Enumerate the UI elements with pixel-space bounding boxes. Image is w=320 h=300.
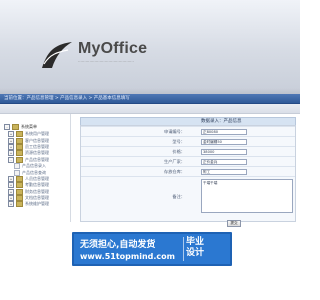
folder-icon [16, 131, 23, 138]
expand-icon[interactable]: + [8, 182, 14, 189]
app-subtitle: ........................................… [78, 58, 134, 63]
sidebar-subitem-label: 产品信息录入 [22, 163, 46, 169]
watermark-badge-line2: 设计 [186, 248, 205, 258]
expand-icon[interactable]: + [8, 195, 14, 202]
folder-icon [12, 124, 19, 130]
sidebar-item-label: 客户信息管理 [25, 137, 49, 143]
manufacturer-input[interactable]: 正价金兵 [201, 159, 247, 165]
app-logo: MyOffice ...............................… [40, 38, 150, 78]
sidebar-subitem-label: 产品信息查询 [22, 169, 46, 175]
sidebar-item[interactable]: + 系统维护管理 [8, 201, 49, 208]
page-icon [14, 169, 20, 176]
sidebar-item-label: 考勤信息管理 [25, 182, 49, 188]
watermark-url: www.51topmind.com [80, 252, 175, 261]
sidebar-root[interactable]: - 系统菜单 [4, 124, 37, 130]
watermark-line1: 无须担心,自动发货 [80, 240, 156, 250]
sidebar-item-label: 产品信息管理 [25, 156, 49, 162]
watermark-badge-line1: 毕业 [186, 237, 205, 247]
product-form: 申请编号： 正80080 型号： 金时编辑50 价格： 38000 生产厂家： … [80, 125, 296, 222]
collapse-icon[interactable]: - [4, 124, 10, 130]
sidebar-item-label: 资源信息管理 [25, 150, 49, 156]
expand-icon[interactable]: + [8, 150, 14, 157]
folder-icon [16, 188, 23, 195]
folder-icon [16, 195, 23, 202]
form-row-note: 备注： 千端千端 [81, 176, 295, 216]
sidebar-item-label: 系统维护管理 [25, 201, 49, 207]
folder-icon [16, 150, 23, 157]
sub-header-strip [0, 104, 300, 114]
price-input[interactable]: 38000 [201, 149, 247, 155]
sidebar-item-label: 系统用户管理 [25, 131, 49, 137]
app-header: MyOffice ...............................… [0, 0, 300, 94]
watermark-banner: 无须担心,自动发货 www.51topmind.com 毕业 设计 [72, 232, 232, 266]
expand-icon[interactable]: + [8, 131, 14, 138]
field-label: 备注： [172, 194, 185, 199]
sidebar-tree: + 系统用户管理 + 客户信息管理 + 员工信息管理 + 资源信息管理 - 产品… [8, 131, 49, 208]
watermark-badge: 毕业 设计 [186, 237, 204, 259]
model-input[interactable]: 金时编辑50 [201, 139, 247, 145]
breadcrumb: 当前位置：产品信息管理 > 产品信息录入 > 产品基本信息填写 [4, 96, 130, 101]
sidebar-item-label: 财务信息管理 [25, 188, 49, 194]
form-title: 数据录入：产品信息 [201, 119, 242, 124]
folder-icon [16, 182, 23, 189]
expand-icon[interactable]: + [8, 137, 14, 144]
folder-icon [16, 143, 23, 150]
folder-icon [16, 175, 23, 182]
folder-icon [16, 137, 23, 144]
app-title: MyOffice [78, 40, 148, 57]
watermark-text: 无须担心,自动发货 www.51topmind.com [80, 237, 175, 261]
breadcrumb-bar: 当前位置：产品信息管理 > 产品信息录入 > 产品基本信息填写 [0, 94, 300, 104]
logo-mark-icon [42, 42, 72, 68]
page-icon [14, 163, 20, 170]
expand-icon[interactable]: + [8, 188, 14, 195]
expand-icon[interactable]: + [8, 201, 14, 208]
folder-icon [16, 201, 23, 208]
expand-icon[interactable]: + [8, 175, 14, 182]
expand-icon[interactable]: + [8, 143, 14, 150]
warehouse-input[interactable]: 附工 [201, 169, 247, 175]
main-content: 数据录入：产品信息 申请编号： 正80080 型号： 金时编辑50 价格： 38… [72, 114, 300, 227]
sidebar-subitem[interactable]: 产品信息查询 [8, 169, 49, 176]
sidebar-subitem[interactable]: 产品信息录入 [8, 163, 49, 170]
submit-button[interactable]: 提交 [227, 220, 241, 227]
request-number-input[interactable]: 正80080 [201, 129, 247, 135]
sidebar-root-label: 系统菜单 [21, 124, 37, 129]
collapse-icon[interactable]: - [8, 156, 14, 163]
folder-icon [16, 156, 23, 163]
watermark-divider [183, 237, 184, 261]
sidebar: - 系统菜单 + 系统用户管理 + 客户信息管理 + 员工信息管理 + 资源信息… [0, 114, 71, 222]
notes-textarea[interactable]: 千端千端 [201, 179, 293, 213]
